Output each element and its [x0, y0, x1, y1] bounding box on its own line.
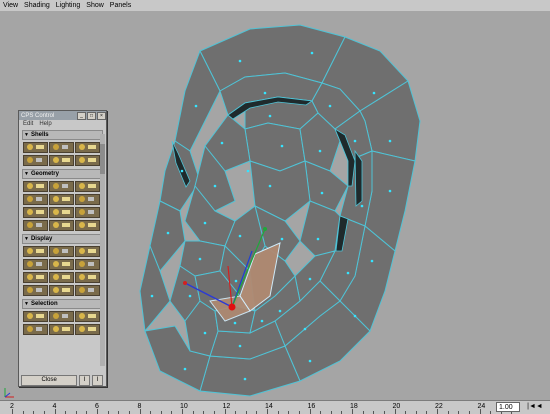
tick-mark: [97, 409, 98, 414]
close-button[interactable]: Close: [21, 375, 78, 386]
display-tool-button[interactable]: [23, 246, 48, 257]
geometry-tool-button[interactable]: [75, 220, 100, 231]
cps-menu-help[interactable]: Help: [39, 120, 51, 129]
display-tool-button[interactable]: [49, 272, 74, 283]
geometry-tool-button[interactable]: [75, 181, 100, 192]
cps-scrollbar[interactable]: [100, 134, 105, 366]
collapse-arrow-icon[interactable]: ▼: [24, 300, 29, 308]
selection-tool-button[interactable]: [49, 324, 74, 335]
tick-mark: [54, 409, 56, 414]
3d-viewport[interactable]: persp CPS Control _ □ × Edit Help ▼Shell…: [0, 11, 550, 407]
geometry-tool-button[interactable]: [49, 194, 74, 205]
collapse-arrow-icon[interactable]: ▼: [24, 235, 29, 243]
collapse-arrow-icon[interactable]: ▼: [24, 131, 29, 139]
selection-tool-button[interactable]: [23, 324, 48, 335]
selection-tool-button[interactable]: [49, 311, 74, 322]
shell-tool-button[interactable]: [23, 155, 48, 166]
menu-show[interactable]: Show: [83, 0, 107, 11]
current-frame-field[interactable]: 1.00: [496, 402, 520, 412]
shell-tool-button[interactable]: [49, 155, 74, 166]
small-button-1[interactable]: I: [79, 375, 91, 386]
menu-panels[interactable]: Panels: [107, 0, 134, 11]
display-tool-button[interactable]: [23, 259, 48, 270]
shell-tool-button[interactable]: [75, 142, 100, 153]
display-tool-button[interactable]: [75, 272, 100, 283]
section-shells: ▼ Shells: [22, 130, 103, 168]
display-tool-button[interactable]: [75, 259, 100, 270]
time-ticks: 2 4 6 8 10 12 14 16 18 20 22 24: [0, 401, 513, 414]
scrollbar-thumb[interactable]: [100, 144, 105, 174]
section-header-shells[interactable]: ▼ Shells: [22, 130, 103, 140]
cps-titlebar[interactable]: CPS Control _ □ ×: [19, 111, 106, 120]
viewport-menubar: View Shading Lighting Show Panels: [0, 0, 550, 11]
display-tool-button[interactable]: [75, 285, 100, 296]
tick-mark: [267, 409, 268, 414]
cps-title: CPS Control: [21, 112, 55, 119]
rewind-button[interactable]: |◄◄: [524, 402, 546, 412]
menu-view[interactable]: View: [0, 0, 21, 11]
geometry-tool-button[interactable]: [49, 220, 74, 231]
cps-control-window[interactable]: CPS Control _ □ × Edit Help ▼ Shells ▼ Geo…: [18, 110, 107, 387]
display-tool-button[interactable]: [23, 272, 48, 283]
tick-mark: [224, 409, 226, 414]
geometry-tool-button[interactable]: [75, 207, 100, 218]
axis-indicator-icon: [3, 385, 17, 399]
display-tool-button[interactable]: [49, 285, 74, 296]
display-tool-button[interactable]: [49, 246, 74, 257]
section-display: ▼ Display: [22, 234, 103, 298]
section-header-geometry[interactable]: ▼ Geometry: [22, 169, 103, 179]
menu-shading[interactable]: Shading: [21, 0, 53, 11]
display-tool-button[interactable]: [75, 246, 100, 257]
cps-footer: Close I I: [21, 375, 103, 386]
tick-mark: [139, 409, 141, 414]
time-slider[interactable]: 2 4 6 8 10 12 14 16 18 20 22 24 1.00 |◄◄: [0, 400, 550, 414]
tick-mark: [437, 409, 438, 414]
geometry-tool-button[interactable]: [23, 220, 48, 231]
close-icon[interactable]: ×: [97, 111, 106, 120]
section-selection: ▼ Selection: [22, 299, 103, 337]
selection-tool-button[interactable]: [23, 311, 48, 322]
display-tool-button[interactable]: [49, 259, 74, 270]
shell-tool-button[interactable]: [49, 142, 74, 153]
geometry-tool-button[interactable]: [49, 181, 74, 192]
geometry-tool-button[interactable]: [23, 181, 48, 192]
tick-mark: [394, 409, 396, 414]
geometry-tool-button[interactable]: [23, 207, 48, 218]
tick-mark: [479, 409, 481, 414]
section-header-display[interactable]: ▼ Display: [22, 234, 103, 244]
menu-lighting[interactable]: Lighting: [53, 0, 84, 11]
selection-tool-button[interactable]: [75, 311, 100, 322]
collapse-arrow-icon[interactable]: ▼: [24, 170, 29, 178]
cps-menu-edit[interactable]: Edit: [23, 120, 33, 129]
tick-mark: [309, 409, 311, 414]
tick-mark: [182, 409, 183, 414]
shell-tool-button[interactable]: [23, 142, 48, 153]
section-geometry: ▼ Geometry: [22, 169, 103, 233]
maximize-button[interactable]: □: [87, 111, 96, 120]
display-tool-button[interactable]: [23, 285, 48, 296]
geometry-tool-button[interactable]: [49, 207, 74, 218]
section-header-selection[interactable]: ▼ Selection: [22, 299, 103, 309]
tick-mark: [12, 409, 13, 414]
tick-mark: [352, 409, 353, 414]
cps-menubar: Edit Help: [19, 120, 106, 129]
selection-tool-button[interactable]: [75, 324, 100, 335]
shell-tool-button[interactable]: [75, 155, 100, 166]
geometry-tool-button[interactable]: [75, 194, 100, 205]
geometry-tool-button[interactable]: [23, 194, 48, 205]
small-button-2[interactable]: I: [92, 375, 103, 386]
minimize-button[interactable]: _: [77, 111, 86, 120]
